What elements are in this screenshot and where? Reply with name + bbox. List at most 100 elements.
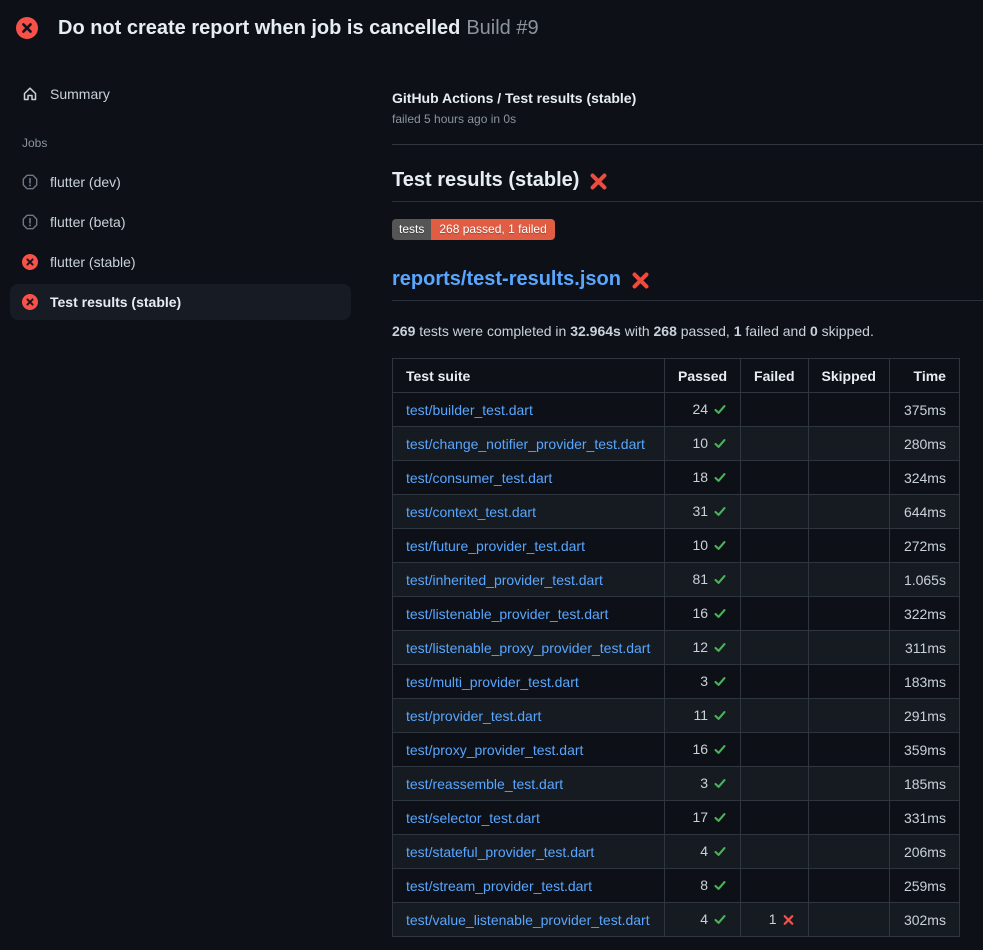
table-row: test/context_test.dart 31 644ms (393, 495, 960, 529)
cell-failed-value: 1 (769, 911, 777, 927)
cell-test-suite: test/change_notifier_provider_test.dart (393, 427, 665, 461)
cell-time: 280ms (889, 427, 959, 461)
badge-value: 268 passed, 1 failed (431, 219, 554, 240)
cell-skipped (808, 699, 889, 733)
home-icon (22, 86, 38, 102)
cell-passed: 3 (665, 767, 741, 801)
check-icon (713, 811, 727, 827)
cell-skipped (808, 631, 889, 665)
section-heading: Test results (stable) (392, 169, 983, 202)
run-meta: failed 5 hours ago in 0s (392, 112, 983, 126)
cell-passed: 3 (665, 665, 741, 699)
test-suite-link[interactable]: test/builder_test.dart (406, 402, 533, 418)
build-number: Build #9 (466, 17, 538, 39)
sidebar-item-label: Test results (stable) (50, 294, 181, 310)
table-header-row: Test suite Passed Failed Skipped Time (393, 359, 960, 393)
sidebar-item-label: Summary (50, 86, 110, 102)
sidebar-item-summary[interactable]: Summary (10, 76, 351, 112)
cell-passed-value: 4 (700, 911, 708, 927)
cell-passed-value: 4 (700, 843, 708, 859)
summary-part: 268 (654, 323, 677, 339)
test-results-table: Test suite Passed Failed Skipped Time te… (392, 358, 960, 937)
cell-passed: 8 (665, 869, 741, 903)
cell-passed-value: 31 (692, 503, 708, 519)
test-suite-link[interactable]: test/selector_test.dart (406, 810, 540, 826)
sidebar-item-label: flutter (beta) (50, 214, 125, 230)
summary-part: tests were completed in (415, 323, 570, 339)
test-suite-link[interactable]: test/consumer_test.dart (406, 470, 552, 486)
cell-skipped (808, 767, 889, 801)
test-suite-link[interactable]: test/reassemble_test.dart (406, 776, 563, 792)
cell-failed (741, 631, 808, 665)
test-suite-link[interactable]: test/stream_provider_test.dart (406, 878, 592, 894)
cell-failed (741, 597, 808, 631)
sidebar-item-test-results-stable[interactable]: Test results (stable) (10, 284, 351, 320)
cell-skipped (808, 835, 889, 869)
cell-failed (741, 495, 808, 529)
cell-time: 302ms (889, 903, 959, 937)
sidebar-item-flutter-beta[interactable]: flutter (beta) (10, 204, 351, 240)
x-circle-icon (16, 17, 38, 39)
check-icon (713, 573, 727, 589)
sidebar-item-flutter-stable[interactable]: flutter (stable) (10, 244, 351, 280)
check-icon (713, 913, 727, 929)
cell-passed-value: 81 (692, 571, 708, 587)
cell-passed: 4 (665, 903, 741, 937)
jobs-list: flutter (dev) flutter (beta) flutter (stab… (10, 164, 351, 320)
test-suite-link[interactable]: test/future_provider_test.dart (406, 538, 585, 554)
cell-passed: 24 (665, 393, 741, 427)
test-suite-link[interactable]: test/proxy_provider_test.dart (406, 742, 583, 758)
cell-time: 311ms (889, 631, 959, 665)
cell-time: 375ms (889, 393, 959, 427)
table-row: test/selector_test.dart17331ms (393, 801, 960, 835)
cell-passed: 16 (665, 733, 741, 767)
table-row: test/stream_provider_test.dart 8 259ms (393, 869, 960, 903)
cell-passed: 11 (665, 699, 741, 733)
cell-test-suite: test/reassemble_test.dart (393, 767, 665, 801)
cell-skipped (808, 801, 889, 835)
cell-time: 331ms (889, 801, 959, 835)
check-icon (713, 777, 727, 793)
cross-mark-icon (631, 271, 650, 290)
cell-skipped (808, 869, 889, 903)
check-icon (713, 539, 727, 555)
cell-skipped (808, 733, 889, 767)
cell-passed: 81 (665, 563, 741, 597)
test-suite-link[interactable]: test/provider_test.dart (406, 708, 541, 724)
test-suite-link[interactable]: test/value_listenable_provider_test.dart (406, 912, 650, 928)
cell-time: 185ms (889, 767, 959, 801)
cell-test-suite: test/value_listenable_provider_test.dart (393, 903, 665, 937)
test-suite-link[interactable]: test/change_notifier_provider_test.dart (406, 436, 645, 452)
test-suite-link[interactable]: test/inherited_provider_test.dart (406, 572, 603, 588)
sidebar-item-flutter-dev[interactable]: flutter (dev) (10, 164, 351, 200)
test-suite-link[interactable]: test/listenable_proxy_provider_test.dart (406, 640, 650, 656)
x-circle-icon (22, 254, 38, 270)
test-suite-link[interactable]: test/multi_provider_test.dart (406, 674, 579, 690)
cell-time: 1.065s (889, 563, 959, 597)
summary-part: skipped. (818, 323, 874, 339)
check-icon (713, 743, 727, 759)
column-header-test-suite: Test suite (393, 359, 665, 393)
test-suite-link[interactable]: test/listenable_provider_test.dart (406, 606, 608, 622)
column-header-passed: Passed (665, 359, 741, 393)
x-circle-icon (22, 294, 38, 310)
cell-time: 259ms (889, 869, 959, 903)
stop-icon (22, 214, 38, 230)
cell-failed (741, 529, 808, 563)
cell-skipped (808, 529, 889, 563)
cell-failed (741, 461, 808, 495)
cell-passed-value: 10 (692, 435, 708, 451)
cell-skipped (808, 427, 889, 461)
summary-part: 269 (392, 323, 415, 339)
table-row: test/proxy_provider_test.dart16359ms (393, 733, 960, 767)
cell-passed: 10 (665, 529, 741, 563)
tests-status-badge: tests 268 passed, 1 failed (392, 219, 555, 240)
table-row: test/future_provider_test.dart10272ms (393, 529, 960, 563)
test-suite-link[interactable]: test/context_test.dart (406, 504, 536, 520)
cell-time: 644ms (889, 495, 959, 529)
report-file-link[interactable]: reports/test-results.json (392, 268, 621, 291)
cell-time: 206ms (889, 835, 959, 869)
test-suite-link[interactable]: test/stateful_provider_test.dart (406, 844, 594, 860)
cell-failed (741, 563, 808, 597)
table-row: test/inherited_provider_test.dart 81 1.065… (393, 563, 960, 597)
